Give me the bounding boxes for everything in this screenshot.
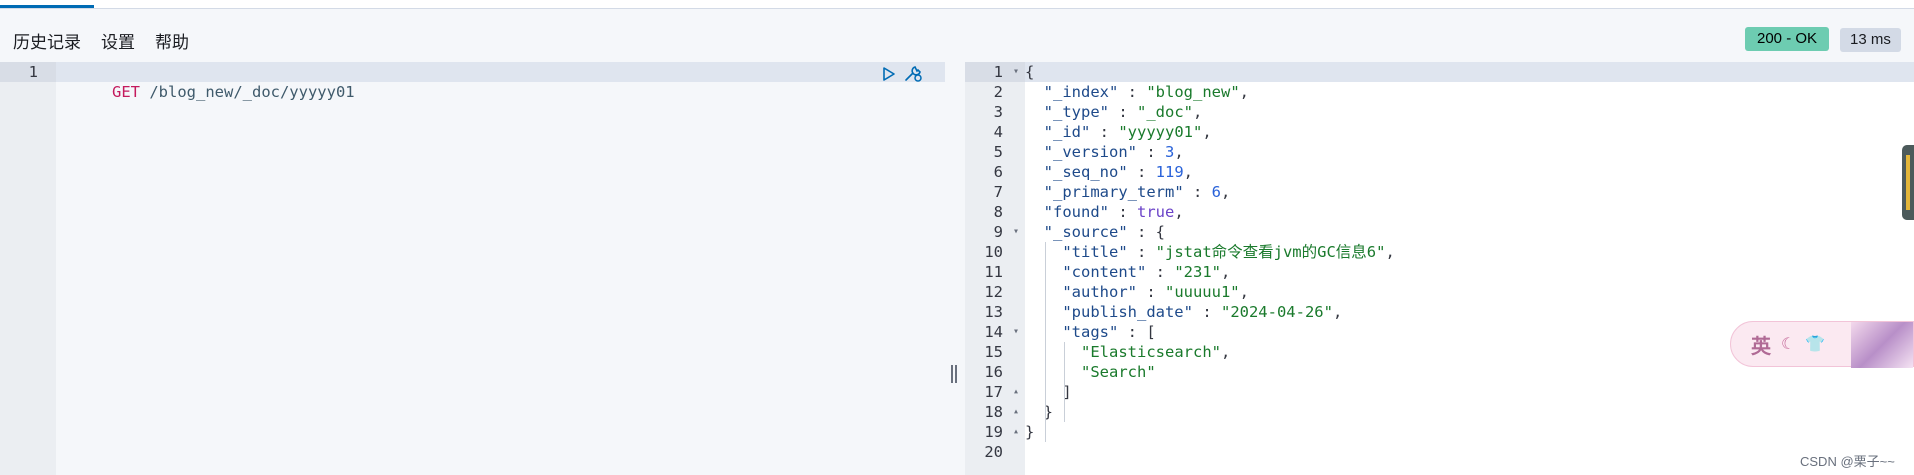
response-line: "found" : true, xyxy=(1043,203,1184,221)
line-number: 1 ▾ xyxy=(965,62,1025,82)
request-code-area[interactable]: GET /blog_new/_doc/yyyyy01 xyxy=(56,62,945,475)
settings-menu-item[interactable]: 设置 xyxy=(101,28,135,53)
line-number: 9 ▾ xyxy=(993,222,1019,242)
response-line: "_version" : 3, xyxy=(1043,143,1184,161)
response-line: "_index" : "blog_new", xyxy=(1043,83,1249,101)
line-number: 11 xyxy=(984,263,1003,281)
shirt-icon[interactable]: 👕 xyxy=(1805,334,1825,354)
request-line[interactable]: GET /blog_new/_doc/yyyyy01 xyxy=(56,62,945,101)
response-line: "_primary_term" : 6, xyxy=(1043,183,1231,201)
scrollbar-thumb[interactable] xyxy=(1902,145,1914,220)
request-method: GET xyxy=(112,83,140,101)
ime-toolbar[interactable]: 英 ☾ 👕 xyxy=(1730,321,1914,368)
response-line: "_id" : "yyyyy01", xyxy=(1043,123,1212,141)
active-tab-indicator xyxy=(0,5,94,8)
response-line: ] xyxy=(1025,383,1072,401)
response-line: "_seq_no" : 119, xyxy=(1043,163,1194,181)
fold-toggle-icon[interactable]: ▾ xyxy=(1013,322,1019,342)
line-number: 6 xyxy=(993,163,1003,181)
line-number: 14 ▾ xyxy=(984,322,1019,342)
request-gutter: 1 xyxy=(0,62,56,475)
top-tab-strip xyxy=(0,0,1914,9)
response-line: } xyxy=(1025,423,1035,441)
line-number: 17 ▴ xyxy=(984,382,1019,402)
line-number: 18 ▴ xyxy=(984,402,1019,422)
ime-skin-art xyxy=(1851,322,1913,368)
fold-toggle-icon[interactable]: ▴ xyxy=(1013,402,1019,422)
status-badge: 200 - OK xyxy=(1745,27,1830,51)
response-code-area[interactable]: { "_index" : "blog_new", "_type" : "_doc… xyxy=(1025,62,1914,475)
play-icon[interactable] xyxy=(882,67,896,81)
response-gutter: 1 ▾ 2 3 4 5 6 7 8 9 ▾ 10 11 12 13 14 ▾ 15 16 17 ▴ 18 ▴ 19 ▴ 20 xyxy=(965,62,1025,475)
console-menu: 历史记录 设置 帮助 xyxy=(13,28,189,53)
response-line: "title" : "jstat命令查看jvm的GC信息6", xyxy=(1062,243,1395,261)
response-line: "_type" : "_doc", xyxy=(1043,103,1203,121)
request-path: /blog_new/_doc/yyyyy01 xyxy=(140,83,355,101)
line-number: 1 xyxy=(0,62,56,82)
response-line: "_source" : { xyxy=(1043,223,1165,241)
response-time-badge: 13 ms xyxy=(1840,28,1901,52)
response-editor[interactable]: 1 ▾ 2 3 4 5 6 7 8 9 ▾ 10 11 12 13 14 ▾ 15 16 17 ▴ 18 ▴ 19 ▴ 20 { … xyxy=(965,62,1914,475)
line-number: 12 xyxy=(984,283,1003,301)
line-number: 20 xyxy=(984,443,1003,461)
wrench-icon[interactable] xyxy=(903,65,923,83)
request-editor[interactable]: 1 GET /blog_new/_doc/yyyyy01 xyxy=(0,62,945,475)
line-number: 5 xyxy=(993,143,1003,161)
response-line: } xyxy=(1025,403,1053,421)
response-line: "author" : "uuuuu1", xyxy=(1062,283,1249,301)
line-number: 4 xyxy=(993,123,1003,141)
fold-toggle-icon[interactable]: ▴ xyxy=(1013,422,1019,442)
fold-toggle-icon[interactable]: ▾ xyxy=(1013,222,1019,242)
response-line: "publish_date" : "2024-04-26", xyxy=(1062,303,1343,321)
line-number: 16 xyxy=(984,363,1003,381)
line-number: 19 ▴ xyxy=(984,422,1019,442)
line-number: 2 xyxy=(993,83,1003,101)
ime-language-label[interactable]: 英 xyxy=(1751,330,1771,359)
watermark: CSDN @栗子~~ xyxy=(1800,454,1895,469)
fold-toggle-icon[interactable]: ▾ xyxy=(1013,62,1019,82)
line-number: 13 xyxy=(984,303,1003,321)
response-line xyxy=(1025,442,1914,462)
line-number: 10 xyxy=(984,243,1003,261)
moon-icon[interactable]: ☾ xyxy=(1781,334,1795,354)
indent-guide xyxy=(1045,242,1046,442)
help-menu-item[interactable]: 帮助 xyxy=(155,28,189,53)
line-number: 7 xyxy=(993,183,1003,201)
scroll-marker xyxy=(1906,155,1910,210)
fold-toggle-icon[interactable]: ▴ xyxy=(1013,382,1019,402)
response-line: { xyxy=(1025,62,1914,82)
response-line: "content" : "231", xyxy=(1062,263,1231,281)
line-number: 15 xyxy=(984,343,1003,361)
line-number: 8 xyxy=(993,203,1003,221)
line-number: 3 xyxy=(993,103,1003,121)
indent-guide xyxy=(1064,342,1065,422)
history-menu-item[interactable]: 历史记录 xyxy=(13,28,81,53)
panel-resizer[interactable] xyxy=(951,365,957,383)
